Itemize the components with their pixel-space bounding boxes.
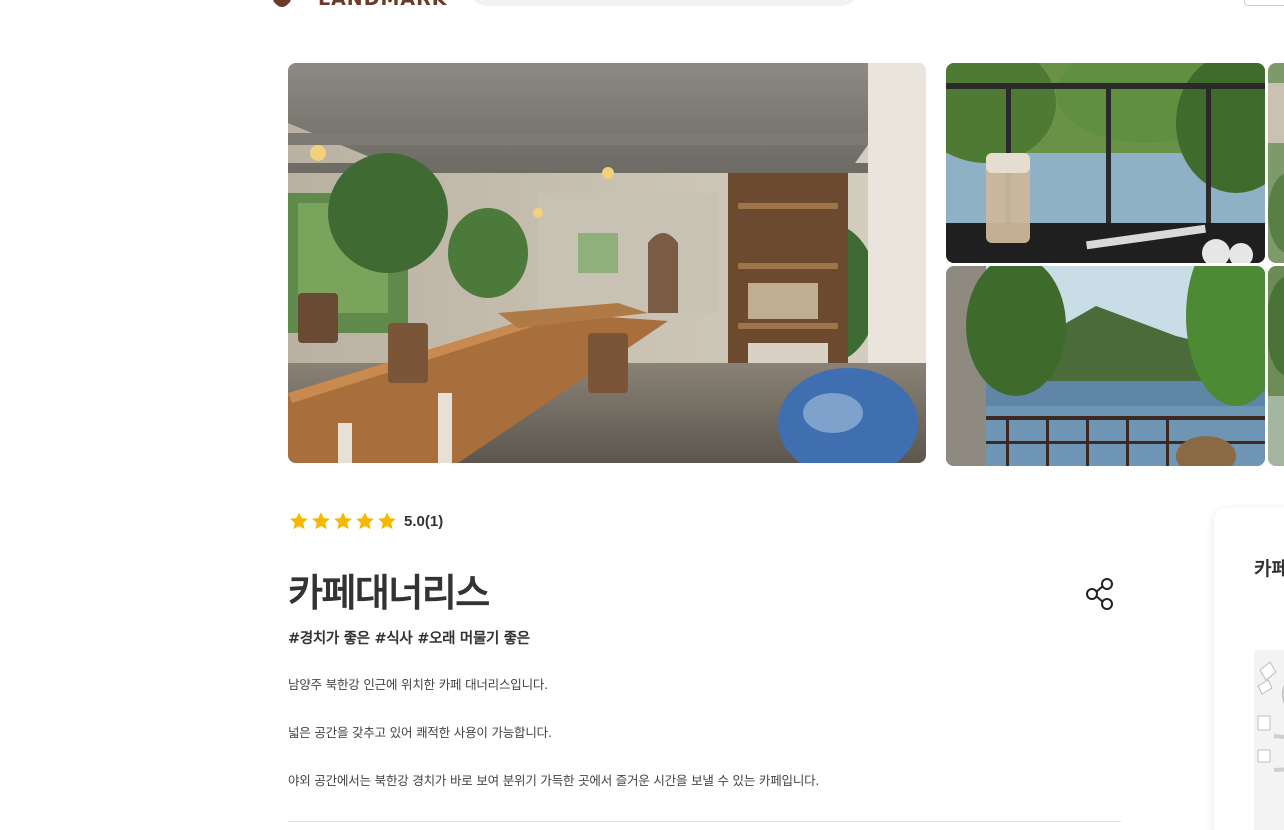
gallery-photo-main[interactable] bbox=[288, 63, 926, 463]
star-icon bbox=[332, 510, 354, 532]
share-button[interactable] bbox=[1084, 577, 1116, 611]
rating-score: 5.0(1) bbox=[404, 512, 444, 530]
gallery-photo-4[interactable] bbox=[1268, 63, 1284, 263]
search-input[interactable] bbox=[468, 0, 860, 6]
description-line: 남양주 북한강 인근에 위치한 카페 대너리스입니다. bbox=[288, 677, 548, 692]
place-title: 카페대너리스 bbox=[288, 571, 490, 615]
header-button[interactable] bbox=[1244, 0, 1284, 6]
place-tags: #경치가 좋은 #식사 #오래 머물기 좋은 bbox=[288, 631, 530, 647]
side-info-card: 카페대너리스 bbox=[1214, 508, 1284, 830]
gallery-photo-5[interactable] bbox=[1268, 266, 1284, 466]
gallery-photo-3[interactable] bbox=[946, 266, 1265, 466]
side-card-title: 카페대너리스 bbox=[1254, 558, 1284, 580]
star-icon bbox=[376, 510, 398, 532]
description-line: 야외 공간에서는 북한강 경치가 바로 보여 분위기 가득한 곳에서 즐거운 시… bbox=[288, 773, 820, 788]
star-icon bbox=[288, 510, 310, 532]
star-icon bbox=[354, 510, 376, 532]
location-map[interactable] bbox=[1254, 650, 1284, 830]
logo-icon[interactable] bbox=[262, 0, 302, 10]
page: LANDMARK bbox=[0, 0, 1284, 830]
gallery-photo-2[interactable] bbox=[946, 63, 1265, 263]
description-line: 넓은 공간을 갖추고 있어 쾌적한 사용이 가능합니다. bbox=[288, 725, 552, 740]
share-icon bbox=[1086, 578, 1113, 610]
star-icon bbox=[310, 510, 332, 532]
logo-text[interactable]: LANDMARK bbox=[318, 0, 447, 10]
rating: 5.0(1) bbox=[288, 510, 443, 532]
divider bbox=[288, 821, 1121, 822]
